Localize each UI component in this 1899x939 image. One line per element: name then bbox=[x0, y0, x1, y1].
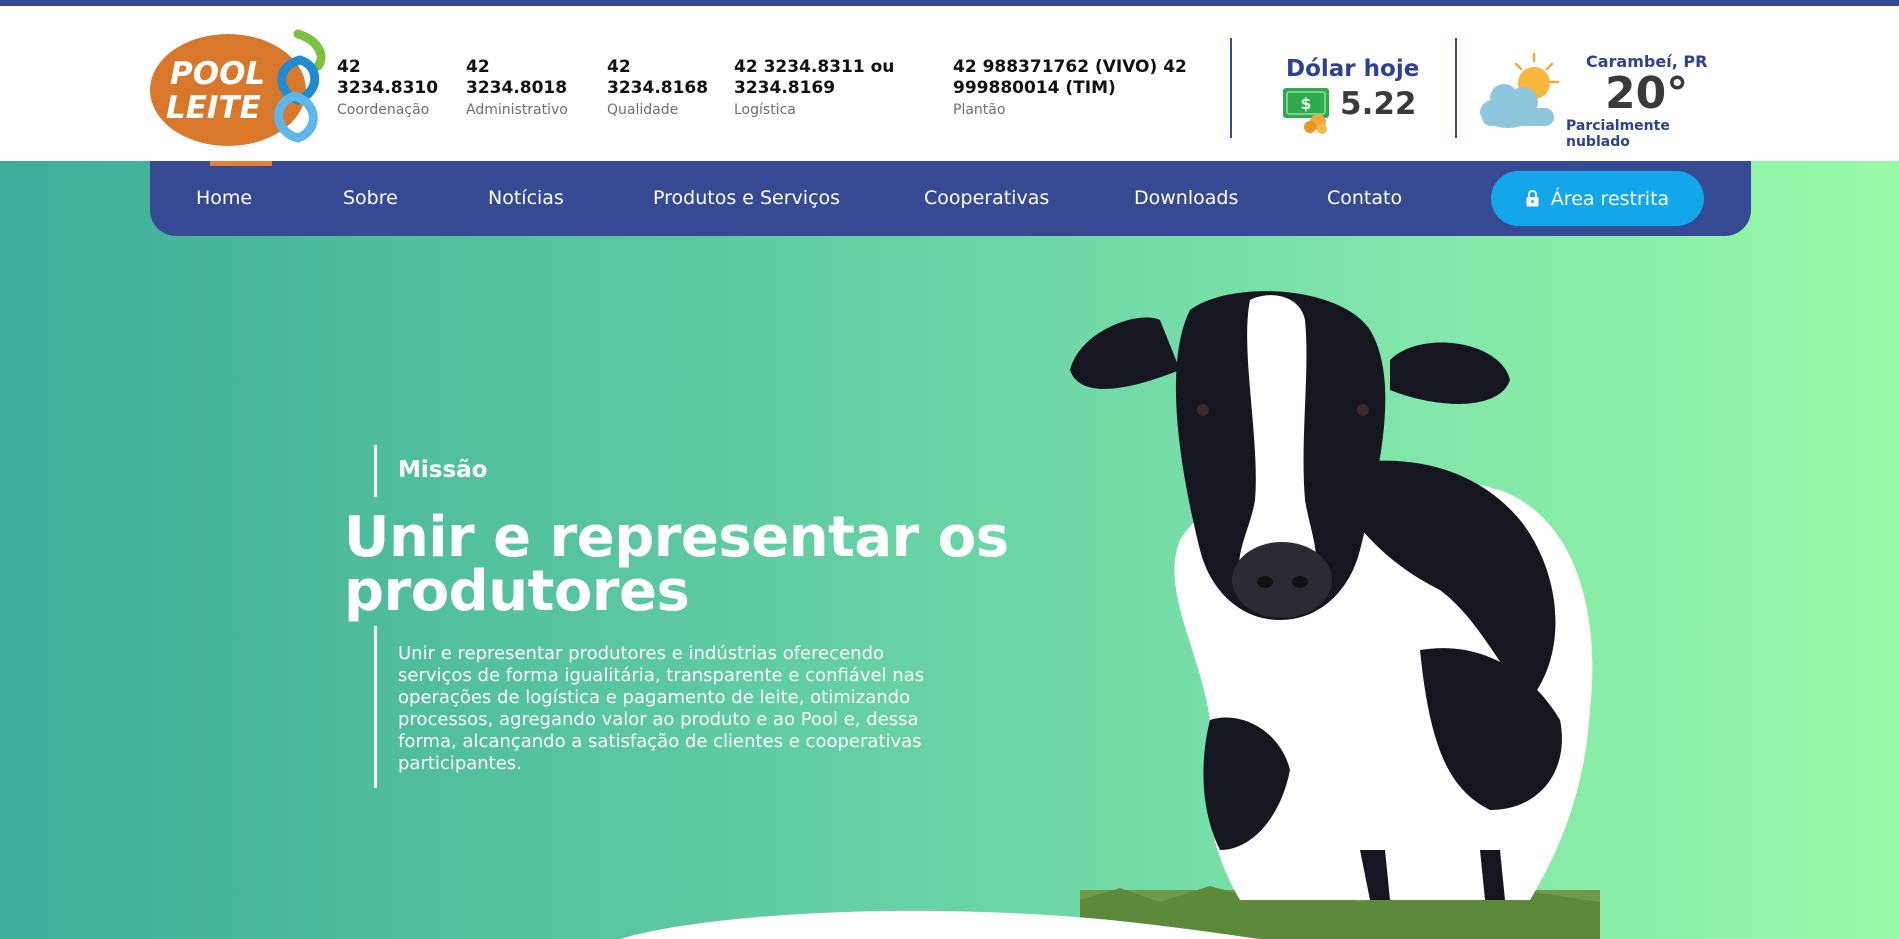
nav-sobre[interactable]: Sobre bbox=[343, 187, 398, 209]
header-divider bbox=[1230, 38, 1232, 138]
nav-contato[interactable]: Contato bbox=[1327, 187, 1402, 209]
dollar-value: 5.22 bbox=[1340, 86, 1417, 122]
mission-text-bar bbox=[374, 626, 377, 788]
contact-label: Administrativo bbox=[466, 102, 568, 118]
contact-logistica[interactable]: 42 3234.8311 ou 3234.8169 Logística bbox=[734, 57, 904, 118]
contact-label: Qualidade bbox=[607, 102, 679, 118]
contact-label: Logística bbox=[734, 102, 796, 118]
main-navigation: Home Sobre Notícias Produtos e Serviços … bbox=[150, 161, 1751, 236]
contact-label: Plantão bbox=[953, 102, 1006, 118]
hero-title: Unir e representar os produtores bbox=[344, 505, 1009, 624]
restricted-area-button[interactable]: Área restrita bbox=[1491, 171, 1704, 226]
contact-number[interactable]: 42 988371762 (VIVO) 42 999880014 (TIM) bbox=[953, 57, 1193, 99]
active-nav-indicator bbox=[210, 161, 272, 166]
contact-administrativo[interactable]: 42 3234.8018 Administrativo bbox=[466, 57, 576, 118]
pool-leite-logo[interactable]: POOL LEITE bbox=[148, 26, 338, 151]
contact-coordenacao[interactable]: 42 3234.8310 Coordenação bbox=[337, 57, 438, 118]
bottom-wave bbox=[620, 910, 1260, 939]
mission-label: Missão bbox=[398, 457, 488, 483]
weather-widget: Carambeí, PR 20° Parcialmente nublado bbox=[1478, 50, 1738, 150]
contact-number[interactable]: 42 3234.8310 bbox=[337, 57, 438, 99]
dollar-title: Dólar hoje bbox=[1286, 56, 1420, 82]
contact-number[interactable]: 42 3234.8018 bbox=[466, 57, 576, 99]
contact-number[interactable]: 42 3234.8168 bbox=[607, 57, 708, 99]
header-divider bbox=[1455, 38, 1457, 138]
contact-plantao[interactable]: 42 988371762 (VIVO) 42 999880014 (TIM) P… bbox=[953, 57, 1193, 118]
svg-text:$: $ bbox=[1300, 94, 1311, 113]
partly-cloudy-icon bbox=[1480, 52, 1560, 128]
logo-text-leite: LEITE bbox=[166, 90, 261, 126]
contact-number[interactable]: 42 3234.8311 ou 3234.8169 bbox=[734, 57, 904, 99]
weather-description: Parcialmente nublado bbox=[1566, 118, 1670, 150]
nav-cooperativas[interactable]: Cooperativas bbox=[924, 187, 1049, 209]
hero-description: Unir e representar produtores e indústri… bbox=[398, 643, 925, 774]
weather-temperature: 20° bbox=[1605, 68, 1689, 119]
nav-noticias[interactable]: Notícias bbox=[488, 187, 564, 209]
logo-text-pool: POOL bbox=[170, 56, 265, 92]
lock-icon bbox=[1526, 190, 1539, 207]
site-header: POOL LEITE 42 3234.8310 Coordenação 42 3… bbox=[0, 6, 1899, 161]
mission-label-bar bbox=[374, 445, 377, 497]
cow-image bbox=[1070, 291, 1600, 939]
nav-home[interactable]: Home bbox=[196, 187, 252, 209]
hero-section: Missão Unir e representar os produtores … bbox=[0, 161, 1899, 939]
contact-qualidade[interactable]: 42 3234.8168 Qualidade bbox=[607, 57, 708, 118]
nav-downloads[interactable]: Downloads bbox=[1134, 187, 1238, 209]
dollar-widget: Dólar hoje $ 5.22 bbox=[1280, 56, 1420, 136]
contact-label: Coordenação bbox=[337, 102, 430, 118]
money-icon: $ bbox=[1283, 88, 1329, 134]
restricted-area-label: Área restrita bbox=[1550, 187, 1670, 210]
nav-produtos-servicos[interactable]: Produtos e Serviços bbox=[653, 187, 840, 209]
